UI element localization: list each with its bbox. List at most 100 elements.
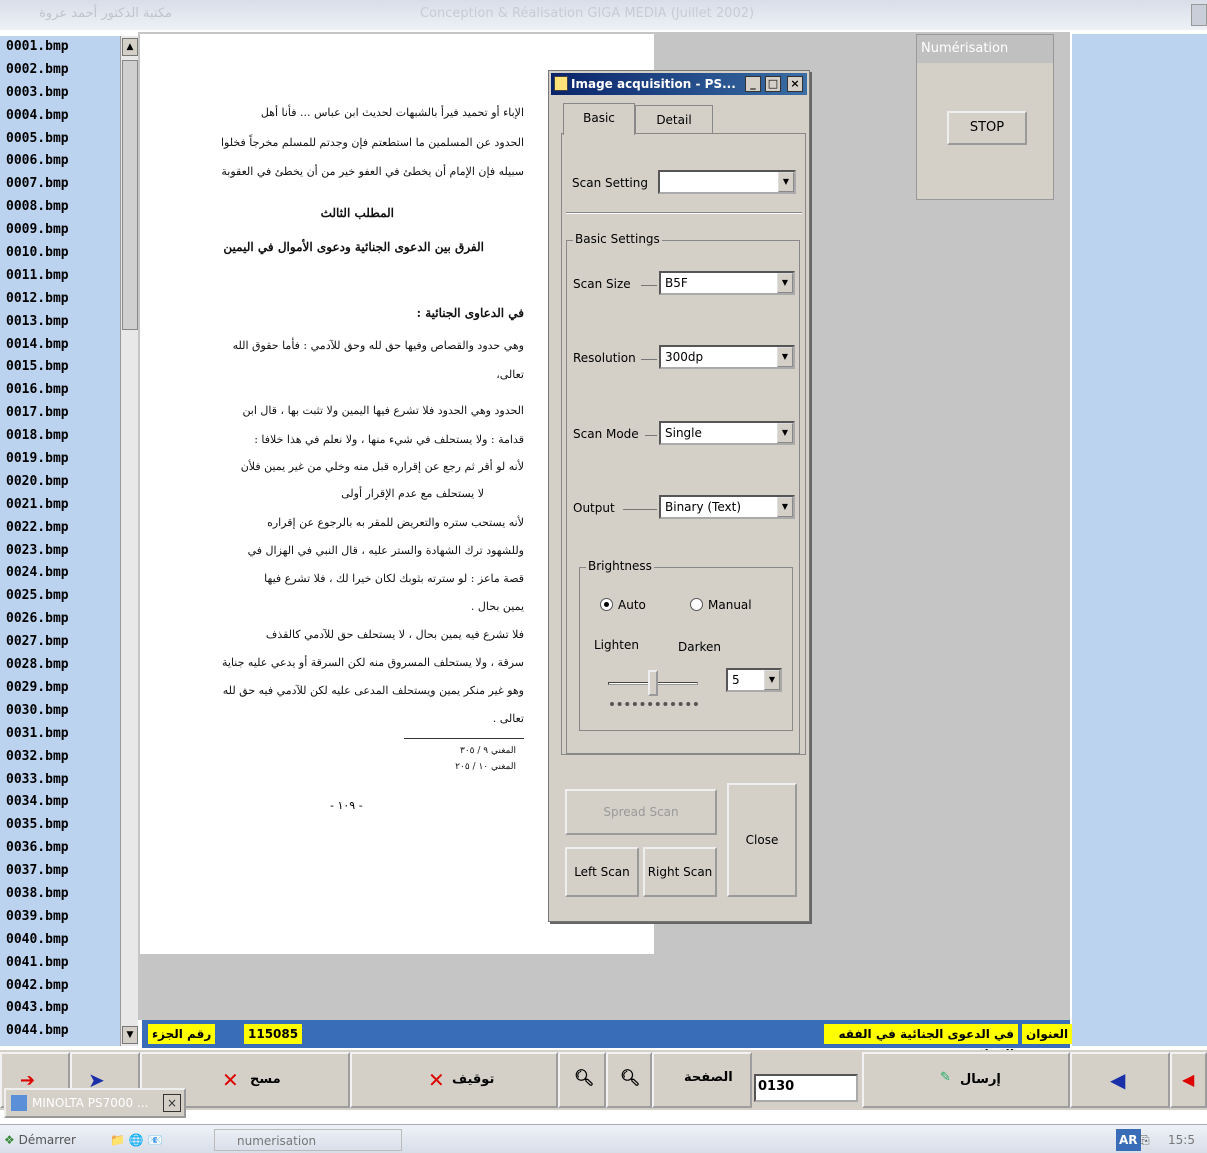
chevron-down-icon[interactable]: ▼: [777, 423, 793, 443]
tab-detail[interactable]: Detail: [635, 105, 713, 135]
file-list-item[interactable]: 0033.bmp: [0, 769, 120, 792]
file-list-item[interactable]: 0037.bmp: [0, 860, 120, 883]
brightness-title: Brightness: [586, 559, 654, 573]
page-number: - ١٠٩ -: [330, 799, 363, 812]
close-button[interactable]: Close: [727, 783, 797, 897]
auto-radio[interactable]: [600, 598, 613, 611]
right-scan-button[interactable]: Right Scan: [643, 847, 717, 897]
quick-launch-icons[interactable]: 📁 🌐 📧: [110, 1129, 162, 1151]
file-list-item[interactable]: 0006.bmp: [0, 150, 120, 173]
file-list-item[interactable]: 0011.bmp: [0, 265, 120, 288]
send-button[interactable]: ✎ إرسال: [862, 1052, 1070, 1108]
file-list-item[interactable]: 0013.bmp: [0, 311, 120, 334]
brightness-slider-thumb[interactable]: [648, 670, 658, 696]
file-list-item[interactable]: 0039.bmp: [0, 906, 120, 929]
resolution-combo[interactable]: 300dp ▼: [659, 345, 795, 369]
info-bar: رقم الجزء 115085 في الدعوى الجنائية في ا…: [142, 1020, 1073, 1061]
file-list-item[interactable]: 0025.bmp: [0, 585, 120, 608]
maximize-icon[interactable]: □: [765, 76, 781, 92]
windows-taskbar: ❖ Démarrer 📁 🌐 📧 numerisation AR ⎘ 15:5: [0, 1124, 1207, 1153]
file-list-item[interactable]: 0044.bmp: [0, 1020, 120, 1043]
file-list-item[interactable]: 0003.bmp: [0, 82, 120, 105]
file-list-item[interactable]: 0007.bmp: [0, 173, 120, 196]
chevron-down-icon[interactable]: ▼: [777, 273, 793, 293]
file-list-item[interactable]: 0002.bmp: [0, 59, 120, 82]
file-list-item[interactable]: 0015.bmp: [0, 356, 120, 379]
page-number-input[interactable]: 0130: [754, 1074, 858, 1102]
file-list-item[interactable]: 0036.bmp: [0, 837, 120, 860]
tab-basic[interactable]: Basic: [563, 103, 635, 135]
file-list-item[interactable]: 0021.bmp: [0, 494, 120, 517]
page-line: تعالى،: [496, 368, 524, 381]
close-icon[interactable]: ×: [787, 76, 803, 92]
file-list-scrollbar[interactable]: ▲ ▼: [120, 36, 138, 1046]
zoom-out-button[interactable]: 🔍︎: [606, 1052, 652, 1108]
dialog-title-bar[interactable]: Image acquisition - PS... _ □ ×: [551, 73, 807, 95]
file-list-item[interactable]: 0027.bmp: [0, 631, 120, 654]
first-page-button[interactable]: ◀: [1170, 1052, 1207, 1108]
chevron-down-icon[interactable]: ▼: [777, 347, 793, 367]
file-list-item[interactable]: 0030.bmp: [0, 700, 120, 723]
left-scan-button[interactable]: Left Scan: [565, 847, 639, 897]
file-list-item[interactable]: 0019.bmp: [0, 448, 120, 471]
footnote-divider: [404, 738, 524, 739]
basic-settings-title: Basic Settings: [573, 232, 662, 246]
file-list-item[interactable]: 0018.bmp: [0, 425, 120, 448]
auto-label: Auto: [618, 598, 646, 612]
basic-settings-group: Basic Settings Scan Size B5F ▼ Resolutio…: [566, 232, 800, 754]
file-list-item[interactable]: 0016.bmp: [0, 379, 120, 402]
send-icon: ✎: [940, 1070, 951, 1085]
file-list-item[interactable]: 0010.bmp: [0, 242, 120, 265]
stop-toolbar-button[interactable]: ✕ توقيف: [350, 1052, 558, 1108]
minimize-icon[interactable]: _: [745, 76, 761, 92]
chevron-down-icon[interactable]: ▼: [777, 497, 793, 517]
file-list-item[interactable]: 0029.bmp: [0, 677, 120, 700]
file-list-item[interactable]: 0031.bmp: [0, 723, 120, 746]
zoom-in-button[interactable]: 🔍︎: [558, 1052, 606, 1108]
file-list-item[interactable]: 0009.bmp: [0, 219, 120, 242]
file-list-item[interactable]: 0034.bmp: [0, 791, 120, 814]
chevron-down-icon[interactable]: ▼: [764, 670, 780, 690]
scan-setting-combo[interactable]: ▼: [658, 170, 796, 194]
file-list-item[interactable]: 0028.bmp: [0, 654, 120, 677]
file-list-item[interactable]: 0043.bmp: [0, 997, 120, 1020]
file-list-item[interactable]: 0042.bmp: [0, 975, 120, 998]
file-list-item[interactable]: 0040.bmp: [0, 929, 120, 952]
file-list-item[interactable]: 0038.bmp: [0, 883, 120, 906]
file-list-item[interactable]: 0026.bmp: [0, 608, 120, 631]
file-list-item[interactable]: 0023.bmp: [0, 540, 120, 563]
file-list-item[interactable]: 0035.bmp: [0, 814, 120, 837]
start-button[interactable]: ❖ Démarrer: [4, 1129, 76, 1151]
scroll-up-icon[interactable]: ▲: [122, 38, 138, 56]
file-list-item[interactable]: 0012.bmp: [0, 288, 120, 311]
previous-page-button[interactable]: ◀: [1070, 1052, 1170, 1108]
file-list-item[interactable]: 0024.bmp: [0, 562, 120, 585]
title-edge-button[interactable]: [1191, 4, 1207, 26]
file-list[interactable]: 0001.bmp 0002.bmp 0003.bmp 0004.bmp 0005.bmp…: [0, 36, 120, 1046]
brightness-value-combo[interactable]: 5 ▼: [726, 668, 782, 692]
file-list-item[interactable]: 0017.bmp: [0, 402, 120, 425]
language-indicator[interactable]: AR: [1116, 1129, 1141, 1151]
file-list-item[interactable]: 0005.bmp: [0, 128, 120, 151]
scroll-thumb[interactable]: [122, 60, 138, 330]
file-list-item[interactable]: 0004.bmp: [0, 105, 120, 128]
scan-mode-combo[interactable]: Single ▼: [659, 421, 795, 445]
manual-radio[interactable]: [690, 598, 703, 611]
file-list-item[interactable]: 0032.bmp: [0, 746, 120, 769]
file-list-item[interactable]: 0008.bmp: [0, 196, 120, 219]
file-list-item[interactable]: 0020.bmp: [0, 471, 120, 494]
numerisation-task-button[interactable]: numerisation: [214, 1129, 402, 1151]
file-list-item[interactable]: 0022.bmp: [0, 517, 120, 540]
chevron-down-icon[interactable]: ▼: [778, 172, 794, 192]
scan-size-combo[interactable]: B5F ▼: [659, 271, 795, 295]
tray-icon[interactable]: ⎘: [1140, 1129, 1150, 1151]
file-list-item[interactable]: 0014.bmp: [0, 334, 120, 357]
file-list-item[interactable]: 0001.bmp: [0, 36, 120, 59]
stop-button[interactable]: STOP: [947, 111, 1027, 145]
scroll-down-icon[interactable]: ▼: [122, 1026, 138, 1044]
spread-scan-button[interactable]: Spread Scan: [565, 789, 717, 835]
close-icon[interactable]: ×: [163, 1094, 181, 1112]
output-combo[interactable]: Binary (Text) ▼: [659, 495, 795, 519]
minolta-task-button[interactable]: MINOLTA PS7000 ... ×: [4, 1088, 186, 1118]
file-list-item[interactable]: 0041.bmp: [0, 952, 120, 975]
